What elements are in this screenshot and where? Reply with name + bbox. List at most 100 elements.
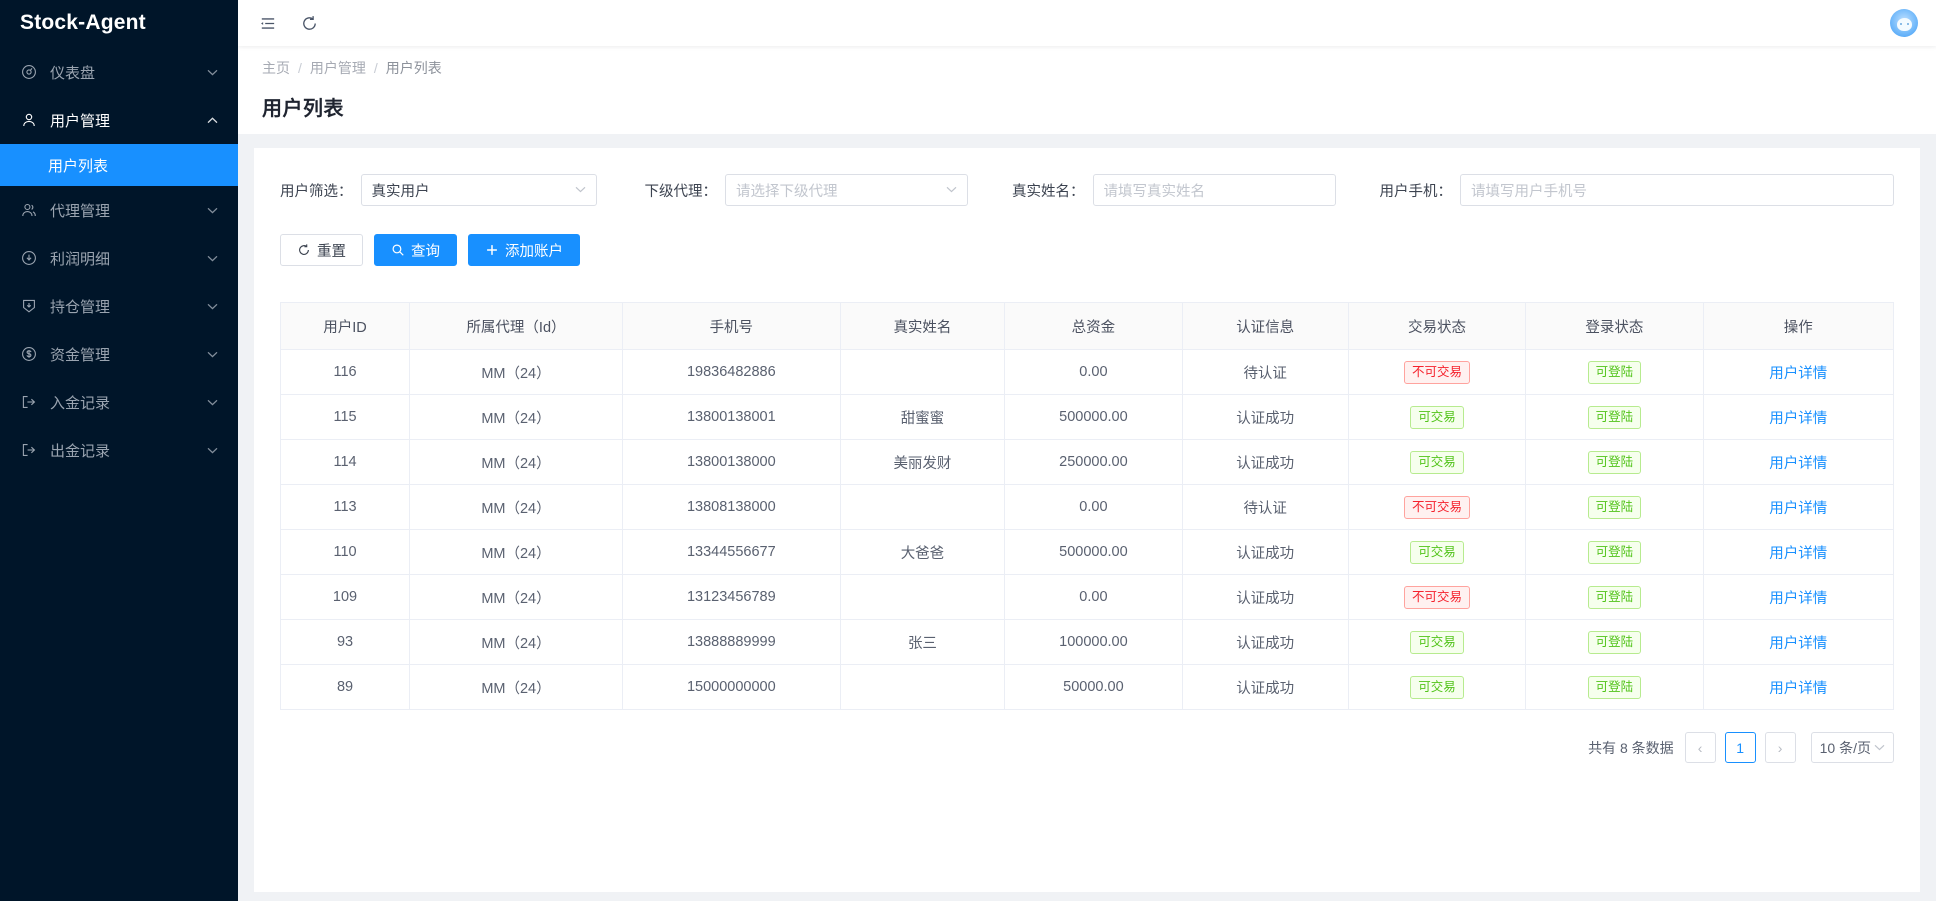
cell-operation: 用户详情	[1703, 485, 1893, 530]
user-detail-link[interactable]: 用户详情	[1769, 456, 1827, 472]
cell-agent: MM（24）	[410, 350, 623, 395]
cell-user-id: 113	[281, 485, 410, 530]
cell-agent: MM（24）	[410, 665, 623, 710]
user-detail-link[interactable]: 用户详情	[1769, 681, 1827, 697]
user-detail-link[interactable]: 用户详情	[1769, 366, 1827, 382]
user-detail-link[interactable]: 用户详情	[1769, 546, 1827, 562]
sidebar-item-label: 仪表盘	[50, 62, 206, 83]
refresh-icon[interactable]	[294, 8, 324, 38]
chevron-down-icon	[206, 396, 218, 408]
sidebar-item-dashboard[interactable]: 仪表盘	[0, 48, 238, 96]
user-phone-input-wrap[interactable]: 请填写用户手机号	[1460, 174, 1894, 206]
cell-phone: 19836482886	[622, 350, 840, 395]
pagination-prev-button[interactable]: ‹	[1685, 732, 1716, 763]
cell-phone: 13888889999	[622, 620, 840, 665]
status-badge: 可登陆	[1588, 631, 1642, 654]
fund-icon	[18, 343, 40, 365]
column-header-phone: 手机号	[622, 303, 840, 350]
cell-agent: MM（24）	[410, 530, 623, 575]
cell-auth-info: 认证成功	[1182, 665, 1348, 710]
sub-agent-select[interactable]: 请选择下级代理	[725, 174, 968, 206]
cell-total-funds: 100000.00	[1005, 620, 1182, 665]
user-detail-link[interactable]: 用户详情	[1769, 591, 1827, 607]
user-icon	[18, 109, 40, 131]
breadcrumb: 主页 / 用户管理 / 用户列表	[262, 58, 1936, 78]
cell-agent: MM（24）	[410, 440, 623, 485]
cell-total-funds: 0.00	[1005, 575, 1182, 620]
sidebar-item-deposit-records[interactable]: 入金记录	[0, 378, 238, 426]
user-filter-value: 真实用户	[372, 180, 569, 201]
pagination-total: 共有 8 条数据	[1588, 738, 1674, 758]
cell-user-id: 114	[281, 440, 410, 485]
menu-fold-icon[interactable]	[252, 8, 282, 38]
filter-sub-agent: 下级代理： 请选择下级代理	[645, 174, 969, 206]
sidebar-item-agent-management[interactable]: 代理管理	[0, 186, 238, 234]
cell-total-funds: 500000.00	[1005, 530, 1182, 575]
chevron-down-icon	[946, 184, 957, 196]
profit-icon	[18, 247, 40, 269]
cell-real-name	[840, 485, 1005, 530]
pagination: 共有 8 条数据 ‹ 1 › 10 条/页	[280, 732, 1894, 775]
filter-real-name: 真实姓名： 请填写真实姓名	[1012, 174, 1336, 206]
sidebar-subitem-label: 用户列表	[48, 155, 108, 176]
refresh-icon	[297, 243, 311, 257]
sidebar-item-fund-management[interactable]: 资金管理	[0, 330, 238, 378]
user-detail-link[interactable]: 用户详情	[1769, 411, 1827, 427]
chevron-down-icon	[206, 300, 218, 312]
sidebar-item-user-list[interactable]: 用户列表	[0, 144, 238, 186]
brand-title: Stock-Agent	[0, 0, 238, 46]
chevron-down-icon	[206, 444, 218, 456]
breadcrumb-item-user-management[interactable]: 用户管理	[310, 58, 366, 78]
table-row: 114MM（24）13800138000美丽发财250000.00认证成功可交易…	[281, 440, 1894, 485]
cell-user-id: 109	[281, 575, 410, 620]
search-icon	[391, 243, 405, 257]
pagination-next-button[interactable]: ›	[1765, 732, 1796, 763]
sidebar-item-profit-detail[interactable]: 利润明细	[0, 234, 238, 282]
avatar-face-icon	[1897, 18, 1912, 31]
position-icon	[18, 295, 40, 317]
sidebar-item-user-management[interactable]: 用户管理	[0, 96, 238, 144]
real-name-input-wrap[interactable]: 请填写真实姓名	[1093, 174, 1336, 206]
breadcrumb-item-home[interactable]: 主页	[262, 58, 290, 78]
user-detail-link[interactable]: 用户详情	[1769, 636, 1827, 652]
column-header-operation: 操作	[1703, 303, 1893, 350]
cell-operation: 用户详情	[1703, 620, 1893, 665]
user-detail-link[interactable]: 用户详情	[1769, 501, 1827, 517]
cell-operation: 用户详情	[1703, 575, 1893, 620]
cell-user-id: 93	[281, 620, 410, 665]
chevron-down-icon	[575, 184, 586, 196]
user-table: 用户ID 所属代理（Id） 手机号 真实姓名 总资金 认证信息 交易状态 登录状…	[280, 302, 1894, 710]
dashboard-icon	[18, 61, 40, 83]
cell-trade-status: 可交易	[1348, 620, 1525, 665]
cell-auth-info: 认证成功	[1182, 440, 1348, 485]
cell-auth-info: 认证成功	[1182, 620, 1348, 665]
add-account-button[interactable]: 添加账户	[468, 234, 580, 266]
cell-agent: MM（24）	[410, 620, 623, 665]
pagination-page-1[interactable]: 1	[1725, 732, 1756, 763]
cell-phone: 13123456789	[622, 575, 840, 620]
cell-operation: 用户详情	[1703, 665, 1893, 710]
cell-user-id: 89	[281, 665, 410, 710]
user-filter-select[interactable]: 真实用户	[361, 174, 597, 206]
filter-sub-agent-label: 下级代理：	[645, 180, 718, 201]
main-area: 主页 / 用户管理 / 用户列表 用户列表 用户筛选： 真实用户	[238, 0, 1936, 901]
cell-auth-info: 待认证	[1182, 485, 1348, 530]
reset-button[interactable]: 重置	[280, 234, 363, 266]
cell-phone: 15000000000	[622, 665, 840, 710]
cell-auth-info: 认证成功	[1182, 530, 1348, 575]
sidebar-item-position-management[interactable]: 持仓管理	[0, 282, 238, 330]
status-badge: 可登陆	[1588, 451, 1642, 474]
avatar[interactable]	[1890, 9, 1918, 37]
sidebar-item-withdraw-records[interactable]: 出金记录	[0, 426, 238, 474]
real-name-placeholder: 请填写真实姓名	[1104, 180, 1325, 201]
breadcrumb-separator: /	[374, 60, 378, 76]
page-title: 用户列表	[262, 92, 1936, 121]
plus-icon	[485, 243, 499, 257]
status-badge: 可登陆	[1588, 496, 1642, 519]
chevron-down-icon	[206, 66, 218, 78]
status-badge: 可登陆	[1588, 541, 1642, 564]
agent-icon	[18, 199, 40, 221]
query-button[interactable]: 查询	[374, 234, 457, 266]
cell-user-id: 115	[281, 395, 410, 440]
pagination-page-size-select[interactable]: 10 条/页	[1811, 732, 1894, 763]
